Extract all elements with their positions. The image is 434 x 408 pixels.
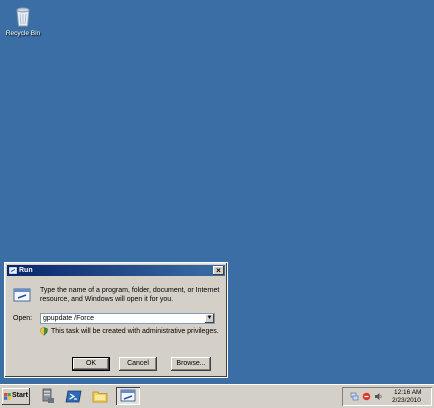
clock-time[interactable]: 12:16 AM xyxy=(394,389,421,396)
open-label: Open: xyxy=(13,315,33,322)
browse-button[interactable]: Browse... xyxy=(171,357,211,371)
run-title-icon xyxy=(9,267,17,274)
explorer-folder-icon xyxy=(92,391,108,403)
run-dialog-title: Run xyxy=(19,266,33,274)
quicklaunch-powershell[interactable] xyxy=(64,387,84,405)
uac-shield-icon xyxy=(40,327,48,336)
close-button[interactable]: × xyxy=(213,266,224,275)
dropdown-arrow-icon[interactable]: ▼ xyxy=(205,314,214,323)
open-input[interactable]: gpupdate /Force xyxy=(43,315,94,322)
start-label: Start xyxy=(12,392,28,399)
cancel-button[interactable]: Cancel xyxy=(119,357,157,371)
run-app-icon xyxy=(13,288,31,302)
recycle-bin-icon xyxy=(16,7,30,27)
run-dialog: Run × Type the name of a program, folder… xyxy=(4,262,228,378)
run-app-icon xyxy=(120,389,136,402)
recycle-bin-label: Recycle Bin xyxy=(5,30,41,37)
security-icon[interactable] xyxy=(362,392,371,401)
server-manager-icon xyxy=(42,388,54,403)
run-dialog-titlebar[interactable]: Run × xyxy=(7,265,225,276)
taskbar: Start 12:16 AM 2/23/2010 xyxy=(0,384,434,408)
quicklaunch-server-manager[interactable] xyxy=(38,387,58,405)
speaker-icon[interactable] xyxy=(374,392,383,401)
ok-button[interactable]: OK xyxy=(72,357,110,371)
network-icon[interactable] xyxy=(350,392,359,401)
open-combobox[interactable]: gpupdate /Force ▼ xyxy=(40,313,215,324)
clock-date[interactable]: 2/23/2010 xyxy=(392,397,421,404)
start-button[interactable]: Start xyxy=(2,388,30,405)
admin-note: This task will be created with administr… xyxy=(51,328,219,335)
powershell-icon xyxy=(65,390,82,403)
close-icon: × xyxy=(216,266,221,275)
system-tray: 12:16 AM 2/23/2010 xyxy=(342,387,432,406)
quicklaunch-explorer[interactable] xyxy=(90,387,110,405)
windows-logo-icon xyxy=(4,393,11,400)
taskbar-run-window[interactable] xyxy=(116,387,140,405)
run-description: Type the name of a program, folder, docu… xyxy=(40,287,220,303)
recycle-bin[interactable]: Recycle Bin xyxy=(4,4,42,42)
